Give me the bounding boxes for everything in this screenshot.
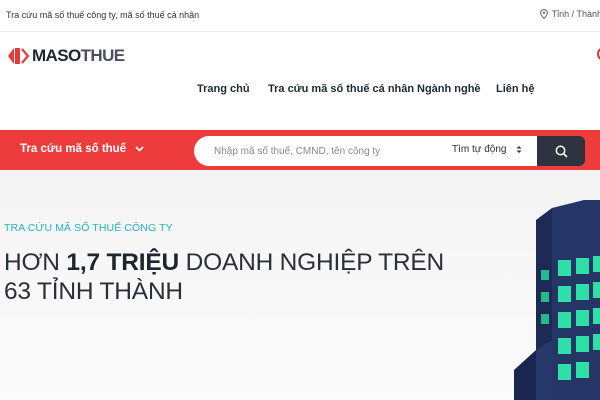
search-input[interactable] xyxy=(214,143,434,159)
search-field-wrapper: Tìm tự động xyxy=(194,136,538,166)
map-pin-icon xyxy=(539,9,548,19)
building-illustration xyxy=(514,200,600,400)
site-tagline: Tra cứu mã số thuế công ty, mã số thuế c… xyxy=(6,10,200,20)
search-mode-select[interactable]: Tìm tự động xyxy=(452,144,522,155)
search-type-dropdown[interactable]: Tra cứu mã số thuế xyxy=(20,143,144,155)
logo-text-thue: THUE xyxy=(80,46,125,65)
hero-title-suffix: DOANH NGHIỆP TRÊN xyxy=(178,249,445,276)
nav-item-industries[interactable]: Ngành nghề xyxy=(417,83,481,95)
region-selector[interactable]: Tỉnh / Thành xyxy=(539,9,600,19)
logo-text-maso: MASO xyxy=(32,46,81,65)
nav-item-home[interactable]: Trang chủ xyxy=(197,83,250,95)
search-type-label: Tra cứu mã số thuế xyxy=(20,143,127,155)
hero-eyebrow: TRA CỨU MÃ SỐ THUẾ CÔNG TY xyxy=(4,222,173,234)
nav-item-personal-tax[interactable]: Tra cứu mã số thuế cá nhân xyxy=(268,83,414,95)
select-arrows-icon xyxy=(516,146,521,153)
region-label: Tỉnh / Thành xyxy=(551,9,600,19)
search-icon xyxy=(555,145,568,158)
site-logo[interactable]: MASOTHUE xyxy=(4,44,125,68)
top-utility-bar: Tra cứu mã số thuế công ty, mã số thuế c… xyxy=(0,0,600,32)
cut-off-red-icon[interactable] xyxy=(594,46,600,62)
search-button[interactable] xyxy=(537,136,585,166)
chevron-down-icon xyxy=(135,146,144,152)
hero-title-highlight: 1,7 TRIỆU xyxy=(66,249,179,276)
search-mode-label: Tìm tự động xyxy=(452,144,507,155)
nav-item-contact[interactable]: Liên hệ xyxy=(496,83,535,95)
hero-section: TRA CỨU MÃ SỐ THUẾ CÔNG TY HƠN 1,7 TRIỆU… xyxy=(0,170,600,400)
hero-title: HƠN 1,7 TRIỆU DOANH NGHIỆP TRÊN 63 TỈNH … xyxy=(4,248,444,306)
logo-mark-icon xyxy=(8,48,30,64)
logo-wordmark: MASOTHUE xyxy=(32,46,125,66)
hero-title-prefix: HƠN xyxy=(4,249,67,276)
hero-title-line2: 63 TỈNH THÀNH xyxy=(4,278,183,305)
